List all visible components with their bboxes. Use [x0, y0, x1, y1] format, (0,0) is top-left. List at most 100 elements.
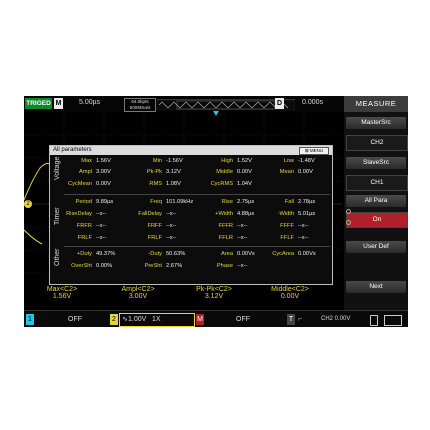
parameter-label: Area	[220, 251, 233, 257]
parameter-label: CycArea	[272, 251, 294, 257]
parameter-value: 1.56V	[96, 158, 111, 164]
parameter-value: -1.56V	[166, 158, 183, 164]
parameter-value: --x--	[96, 211, 107, 217]
group-divider	[64, 194, 330, 195]
panel-header: All parameters ⊠ MENU	[50, 146, 332, 155]
parameter-value: --x--	[96, 223, 107, 229]
trigger-badge[interactable]: T	[287, 314, 295, 325]
math-badge[interactable]: M	[196, 314, 204, 325]
parameter-value: 9.89µs	[96, 199, 114, 205]
parameter-value: 0.00Vs	[298, 251, 316, 257]
parameter-label: -Width	[277, 211, 294, 217]
trigger-level[interactable]: CH2 0.00V	[321, 314, 350, 325]
ch1-number-badge[interactable]: 1	[26, 314, 34, 325]
slavesrc-value[interactable]: CH1	[346, 175, 408, 191]
parameter-label: Max	[81, 158, 92, 164]
measurement-value: 3.00V	[128, 293, 148, 300]
parameter-label: Middle	[216, 169, 233, 175]
parameter-label: Pk-Pk	[146, 169, 162, 175]
parameter-label: Freq	[150, 199, 162, 205]
mastersrc-value[interactable]: CH2	[346, 135, 408, 151]
delay-badge: D	[275, 98, 284, 109]
parameter-label: Phase	[216, 263, 233, 269]
group-label-timer: Timer	[54, 207, 61, 225]
parameter-value: 3.12V	[166, 169, 181, 175]
option-indicator-icon	[346, 209, 351, 214]
menu-item-userdef[interactable]: User Def	[346, 241, 406, 253]
parameter-value: 2.75µs	[237, 199, 255, 205]
usb-icon	[370, 315, 378, 326]
oscilloscope-screen: TRIGED M 5.00µs 64.0kpts 500MSa/s D 0.00…	[24, 96, 408, 327]
parameter-label: FFLR	[218, 235, 233, 241]
trigger-status-badge: TRIGED	[25, 98, 52, 109]
parameter-label: FFFR	[218, 223, 233, 229]
battery-icon	[384, 315, 402, 326]
measurement-strip: Max<C2> 1.56V Ampl<C2> 3.00V Pk-Pk<C2> 3…	[24, 286, 342, 310]
parameter-value: --x--	[166, 235, 177, 241]
measurement-item: Pk-Pk<C2> 3.12V	[184, 286, 244, 300]
parameter-label: CycRMS	[210, 181, 233, 187]
parameter-label: FRFR	[76, 223, 92, 229]
parameter-value: --x--	[237, 263, 248, 269]
parameter-value: 1.52V	[237, 158, 252, 164]
parameter-value: 5.01µs	[298, 211, 316, 217]
parameter-label: High	[221, 158, 233, 164]
trigger-delay-readout[interactable]: 0.000s	[302, 99, 323, 106]
panel-title: All parameters	[53, 147, 92, 153]
parameter-value: --x--	[298, 223, 309, 229]
parameter-value: 0.00Vs	[237, 251, 255, 257]
menu-item-next[interactable]: Next	[346, 281, 406, 293]
menu-item-slavesrc[interactable]: SlaveSrc	[346, 157, 406, 169]
ch2-scale[interactable]: 1.00V	[128, 314, 146, 325]
measurement-item: Max<C2> 1.56V	[32, 286, 92, 300]
ch2-probe[interactable]: 1X	[152, 314, 161, 325]
math-state[interactable]: OFF	[236, 314, 250, 325]
channel-status-bar: 1 OFF 2 ∿ 1.00V 1X M OFF T ⌐ CH2 0.00V	[24, 310, 408, 327]
parameter-label: -Duty	[148, 251, 162, 257]
group-divider	[64, 246, 330, 247]
parameter-label: PreSht	[144, 263, 162, 269]
parameter-value: --x--	[237, 235, 248, 241]
allpara-on-option[interactable]: On	[346, 212, 408, 228]
parameter-value: --x--	[298, 235, 309, 241]
parameter-value: --x--	[237, 223, 248, 229]
menu-item-allpara[interactable]: All Para	[346, 195, 406, 207]
menu-item-mastersrc[interactable]: MasterSrc	[346, 117, 406, 129]
ch2-coupling-icon: ∿	[122, 316, 128, 323]
parameter-value: --x--	[166, 223, 177, 229]
measurement-label: Pk-Pk<C2>	[196, 286, 232, 293]
ch2-ground-marker-icon[interactable]: 2	[24, 200, 32, 208]
parameter-value: --x--	[96, 235, 107, 241]
parameter-label: FRLF	[147, 235, 162, 241]
parameter-value: 1.08V	[166, 181, 181, 187]
group-label-voltage: Voltage	[54, 156, 61, 180]
measurement-item: Middle<C2> 0.00V	[260, 286, 320, 300]
option-indicator-icon	[346, 220, 351, 225]
measurement-value: 1.56V	[52, 293, 72, 300]
parameter-value: 0.00%	[96, 263, 113, 269]
parameter-label: Ampl	[79, 169, 92, 175]
parameter-label: Fall	[284, 199, 294, 205]
parameter-label: RMS	[149, 181, 162, 187]
parameter-label: FRFF	[147, 223, 162, 229]
parameter-label: Low	[283, 158, 294, 164]
measurement-label: Ampl<C2>	[121, 286, 155, 293]
panel-menu-button[interactable]: ⊠ MENU	[299, 147, 329, 155]
parameter-label: OverSht	[71, 263, 92, 269]
parameter-label: Mean	[279, 169, 294, 175]
parameter-label: FallDelay	[138, 211, 162, 217]
ch2-number-badge[interactable]: 2	[110, 314, 118, 325]
ch1-state[interactable]: OFF	[68, 314, 82, 325]
all-parameters-panel: All parameters ⊠ MENU Voltage Timer Othe…	[49, 145, 333, 285]
parameter-label: FRLF	[77, 235, 92, 241]
parameter-label: CycMean	[67, 181, 92, 187]
parameter-value: 3.00V	[96, 169, 111, 175]
parameter-value: 2.67%	[166, 263, 183, 269]
parameter-value: 0.00V	[298, 169, 313, 175]
parameter-value: 2.78µs	[298, 199, 316, 205]
trigger-edge-icon: ⌐	[298, 316, 303, 323]
menu-title: MEASURE	[344, 96, 408, 112]
timebase-readout[interactable]: 5.00µs	[79, 99, 100, 106]
parameter-label: +Duty	[76, 251, 92, 257]
parameter-label: +Width	[215, 211, 233, 217]
